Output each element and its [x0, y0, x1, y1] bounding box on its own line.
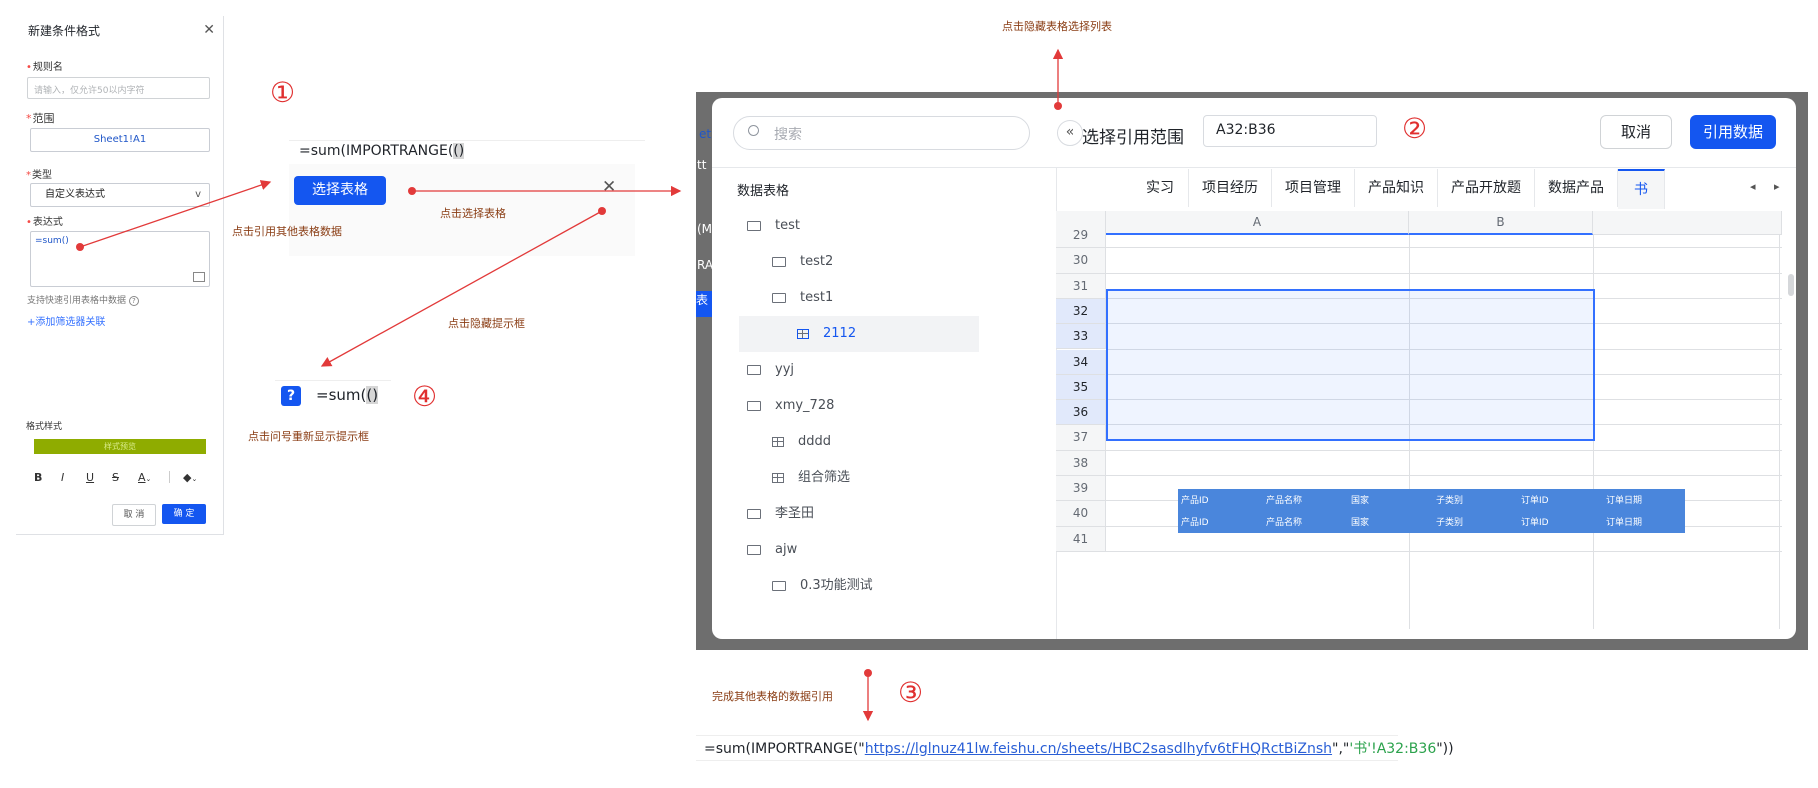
annotation-arrows	[76, 48, 1064, 722]
arrow-to-select-button	[79, 180, 272, 248]
arrow-to-step4	[320, 210, 603, 367]
